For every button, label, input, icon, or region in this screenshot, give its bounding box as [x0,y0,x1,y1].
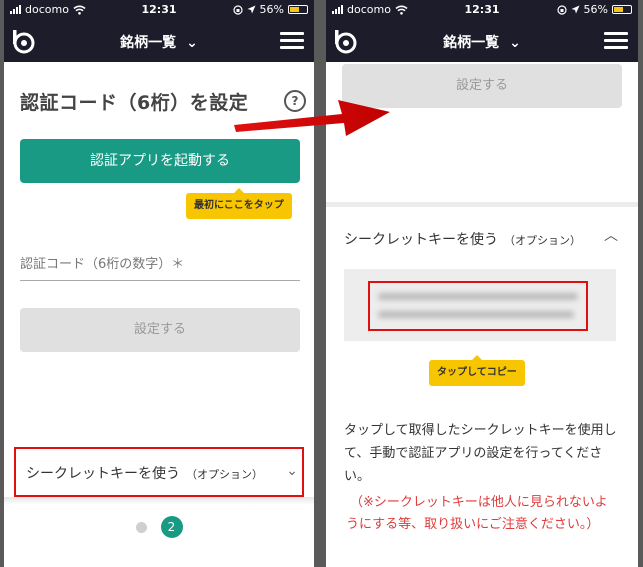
location-icon [247,5,256,14]
secret-key-toggle-sub: （オプション） [186,468,263,481]
status-bar: docomo 12:31 56% [4,0,314,20]
navbar: 銘柄一覧 ⌄ [326,20,638,62]
arrow-icon [234,100,390,136]
nav-title-dropdown[interactable]: 銘柄一覧 ⌄ [4,32,314,52]
phone-screen-left: docomo 12:31 56% 銘柄一覧 ⌄ 認証コード（6桁）を設定 ? 認証… [4,0,314,567]
location-icon [571,5,580,14]
battery-icon [612,5,632,14]
phone-screen-right: docomo 12:31 56% 銘柄一覧 ⌄ 設定する シークレットキーを使う（… [326,0,638,567]
warning-text: （※シークレットキーは他人に見られないようにする等、取り扱いにご注意ください。） [346,495,608,532]
rotation-lock-icon [232,4,243,15]
status-right: 56% [556,3,632,16]
secret-key-copy-box[interactable] [344,269,616,341]
battery-percent: 56% [583,3,608,16]
set-button[interactable]: 設定する [20,308,300,352]
chevron-down-icon: ⌄ [509,35,521,51]
instruction-text: タップして取得したシークレットキーを使用して、手動で認証アプリの設定を行ってくだ… [344,423,617,484]
secret-key-toggle-sub: （オプション） [504,234,581,247]
launch-auth-app-button[interactable]: 認証アプリを起動する [20,139,300,183]
nav-title: 銘柄一覧 [443,35,500,51]
chevron-down-icon: ⌄ [186,35,198,51]
secret-key-toggle-text: シークレットキーを使う [26,466,180,482]
chevron-up-icon[interactable]: ︿ [604,225,618,245]
nav-title-dropdown[interactable]: 銘柄一覧 ⌄ [326,32,638,52]
battery-percent: 56% [259,3,284,16]
rotation-lock-icon [556,4,567,15]
tooltip-tap-first: 最初にここをタップ [186,188,292,219]
secret-key-highlight [368,281,588,331]
auth-code-input[interactable]: 認証コード（6桁の数字）＊ [20,253,184,272]
section-divider [326,202,638,207]
tooltip-tap-to-copy: タップしてコピー [429,355,525,386]
hamburger-icon[interactable] [280,32,304,50]
divider [4,497,314,505]
navbar: 銘柄一覧 ⌄ [4,20,314,62]
pager-dot-1[interactable] [135,521,147,533]
secret-key-toggle-text: シークレットキーを使う [344,232,498,248]
battery-icon [288,5,308,14]
secret-key-blurred-line-1 [378,293,578,300]
status-bar: docomo 12:31 56% [326,0,638,20]
secret-key-toggle-label: シークレットキーを使う （オプション） [26,463,263,483]
secret-key-blurred-line-2 [378,311,574,318]
nav-title: 銘柄一覧 [120,35,177,51]
page-title: 認証コード（6桁）を設定 [20,92,249,114]
hamburger-icon[interactable] [604,32,628,50]
secret-key-toggle[interactable]: シークレットキーを使う （オプション） [344,229,581,249]
pager: 2 [4,516,314,538]
pager-dot-current[interactable]: 2 [160,516,183,538]
chevron-down-icon: ⌄ [286,463,298,479]
status-right: 56% [232,3,308,16]
secret-key-toggle[interactable]: シークレットキーを使う （オプション） ⌄ [14,447,304,497]
input-underline [20,280,300,281]
